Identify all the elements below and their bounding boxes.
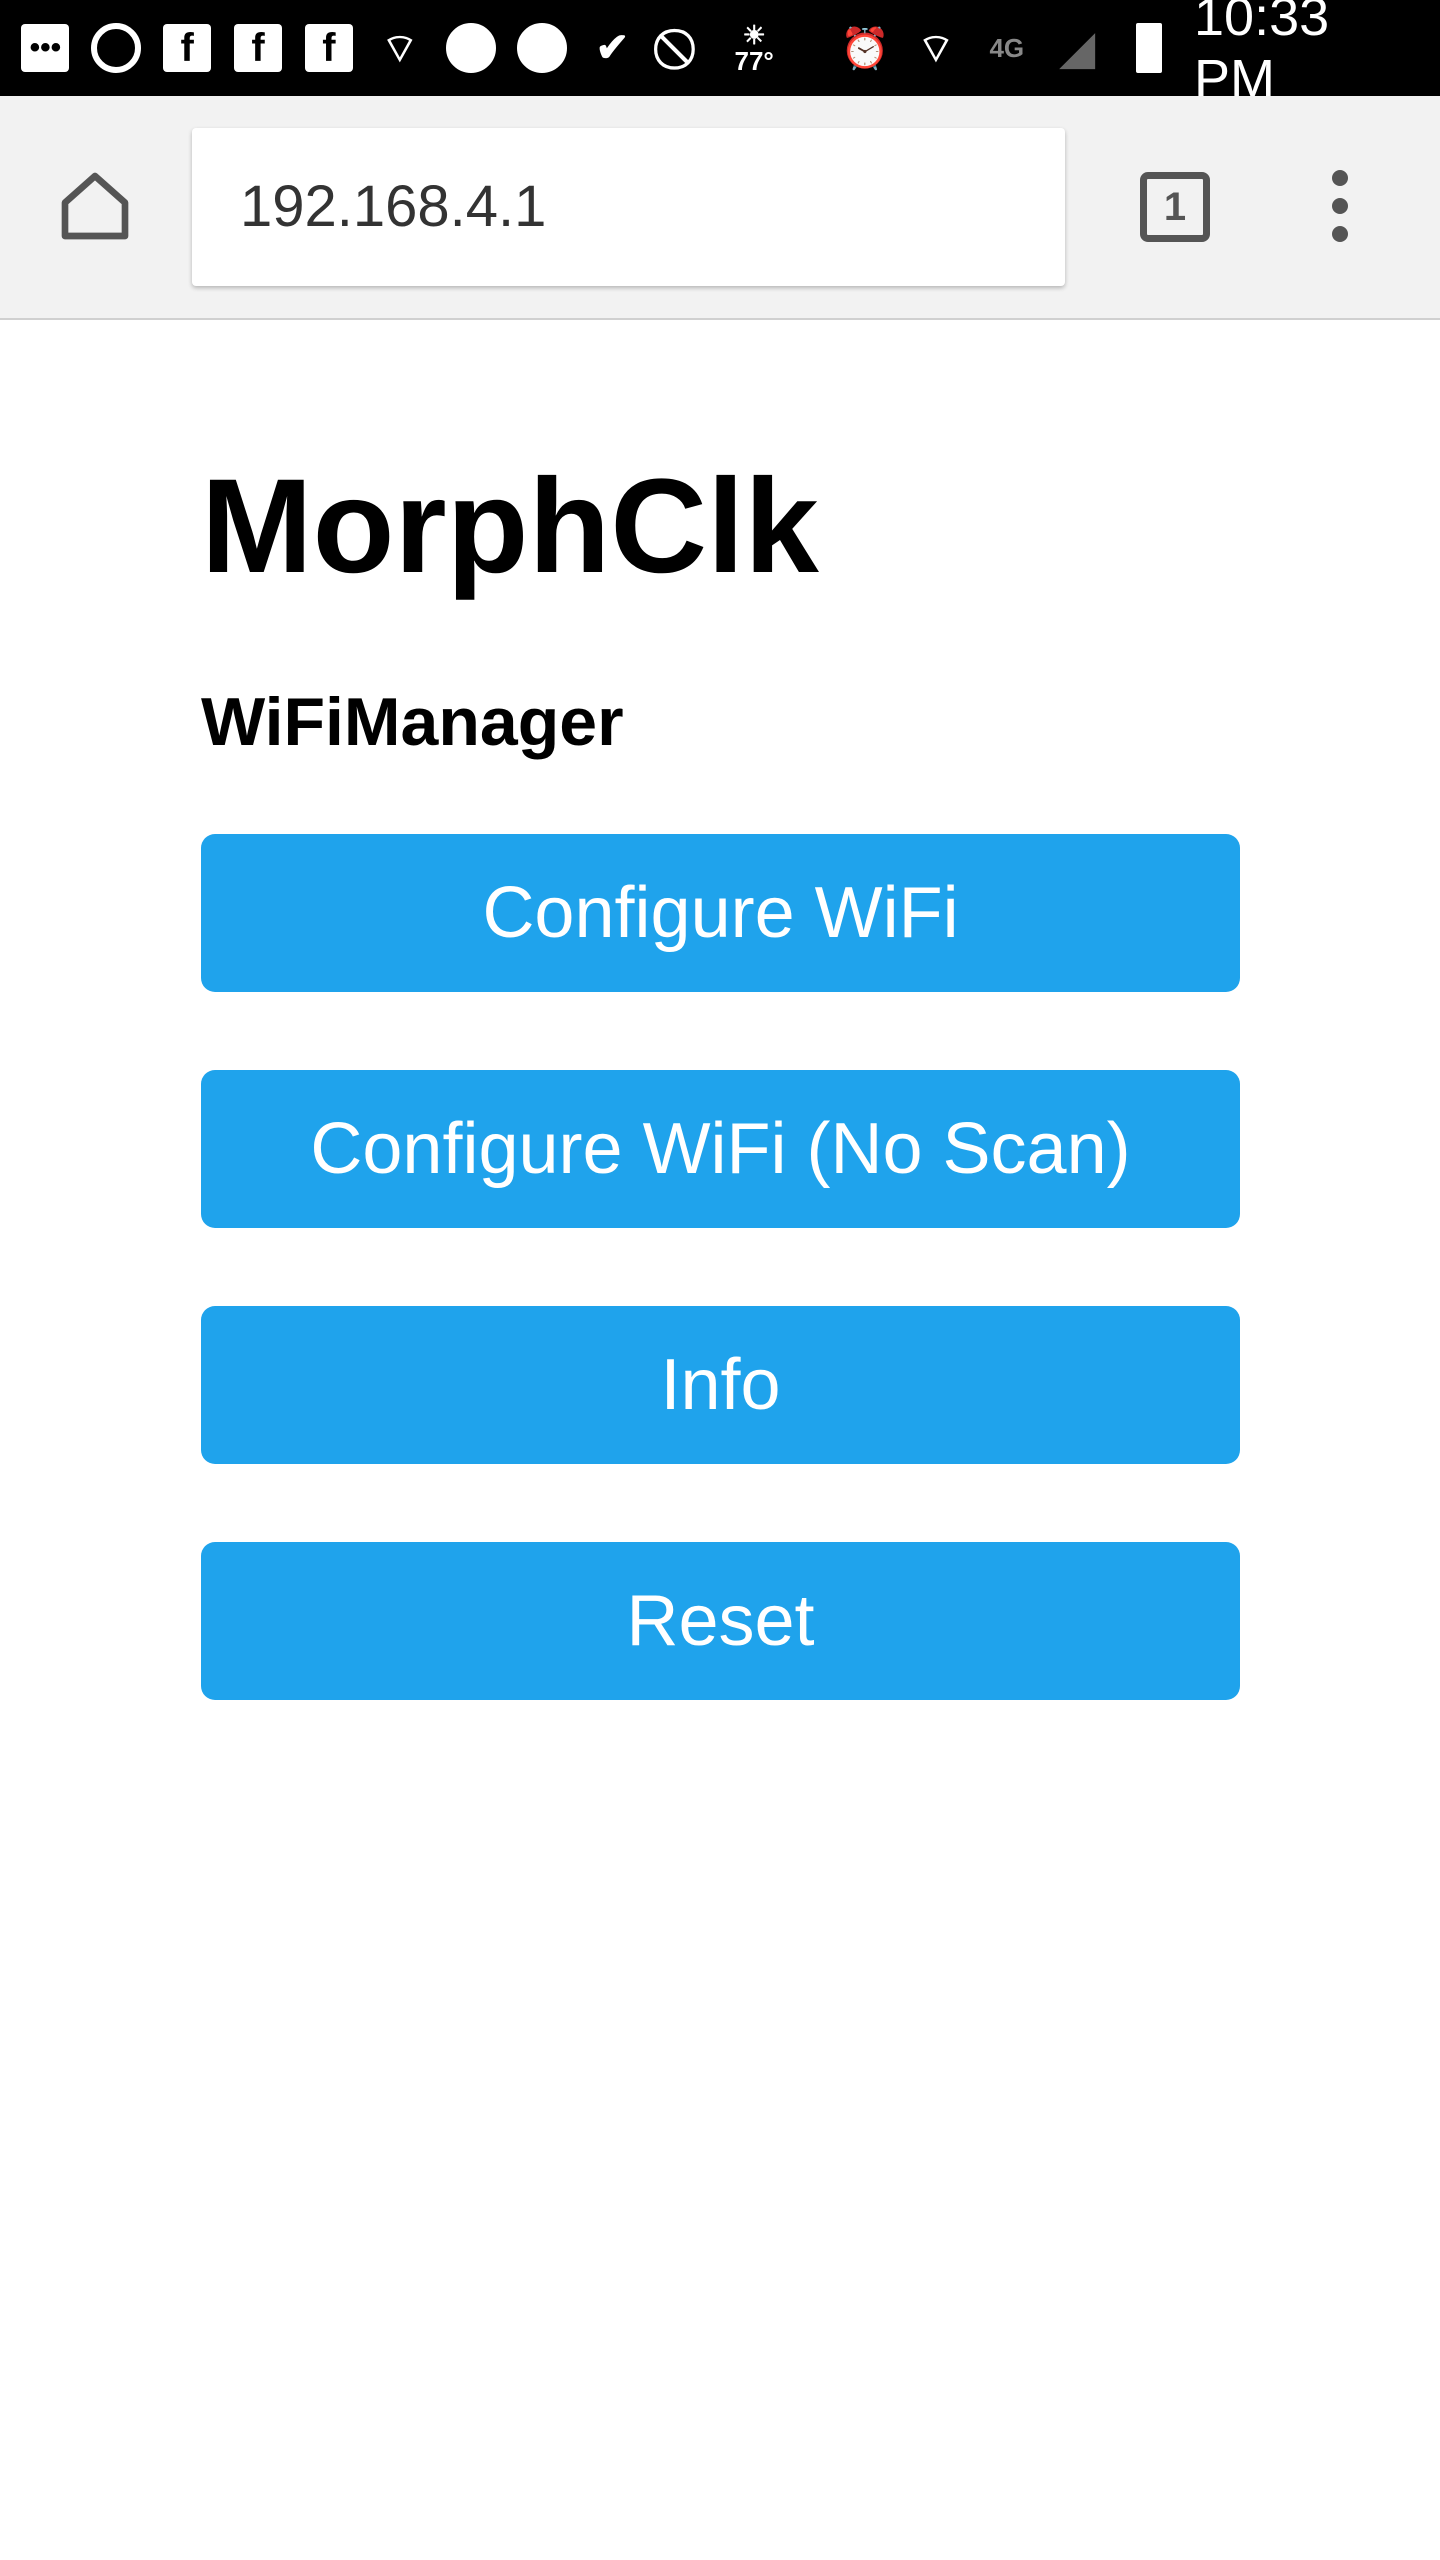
more-notifications-icon: ••• — [20, 22, 71, 74]
signal-icon: ◢ — [1060, 23, 1095, 73]
weather-sun-icon: ☀ 77° — [734, 20, 774, 76]
browser-toolbar: 192.168.4.1 1 — [0, 96, 1440, 320]
clock: 10:33 PM — [1194, 0, 1330, 109]
url-bar[interactable]: 192.168.4.1 — [192, 128, 1065, 286]
more-menu-icon[interactable] — [1320, 170, 1360, 250]
configure-wifi-button[interactable]: Configure WiFi — [201, 834, 1240, 992]
wifi-alert-icon: ⌔ — [381, 27, 419, 71]
page-content: MorphClk WiFiManager Configure WiFi Conf… — [201, 320, 1240, 1778]
reset-button[interactable]: Reset — [201, 1542, 1240, 1700]
4g-lte-icon: 4G — [989, 32, 1025, 63]
alarm-icon: ⏰ — [840, 26, 890, 71]
temperature: 77° — [734, 46, 774, 76]
status-bar: ••• f f f ⌔ ✔ ⃠ ☀77° ⏰ ⌔ 4G ◢ 10:33 PM — [0, 0, 1440, 109]
battery-charging-icon — [1123, 22, 1174, 74]
facebook-icon: f — [304, 22, 355, 74]
page-subtitle: WiFiManager — [201, 684, 624, 760]
messenger-icon — [445, 22, 496, 74]
chat-icon — [91, 22, 142, 74]
do-not-disturb-icon: ⃠ — [658, 22, 709, 74]
wifi-alert-icon: ⌔ — [917, 27, 955, 71]
info-button[interactable]: Info — [201, 1306, 1240, 1464]
facebook-icon: f — [233, 22, 284, 74]
facebook-icon: f — [162, 22, 213, 74]
tab-switcher-button[interactable]: 1 — [1140, 172, 1210, 242]
page-title: MorphClk — [201, 452, 819, 601]
configure-wifi-no-scan-button[interactable]: Configure WiFi (No Scan) — [201, 1070, 1240, 1228]
home-icon[interactable] — [55, 166, 135, 246]
telegram-icon — [516, 22, 567, 74]
checkmark-app-icon: ✔ — [595, 26, 630, 70]
